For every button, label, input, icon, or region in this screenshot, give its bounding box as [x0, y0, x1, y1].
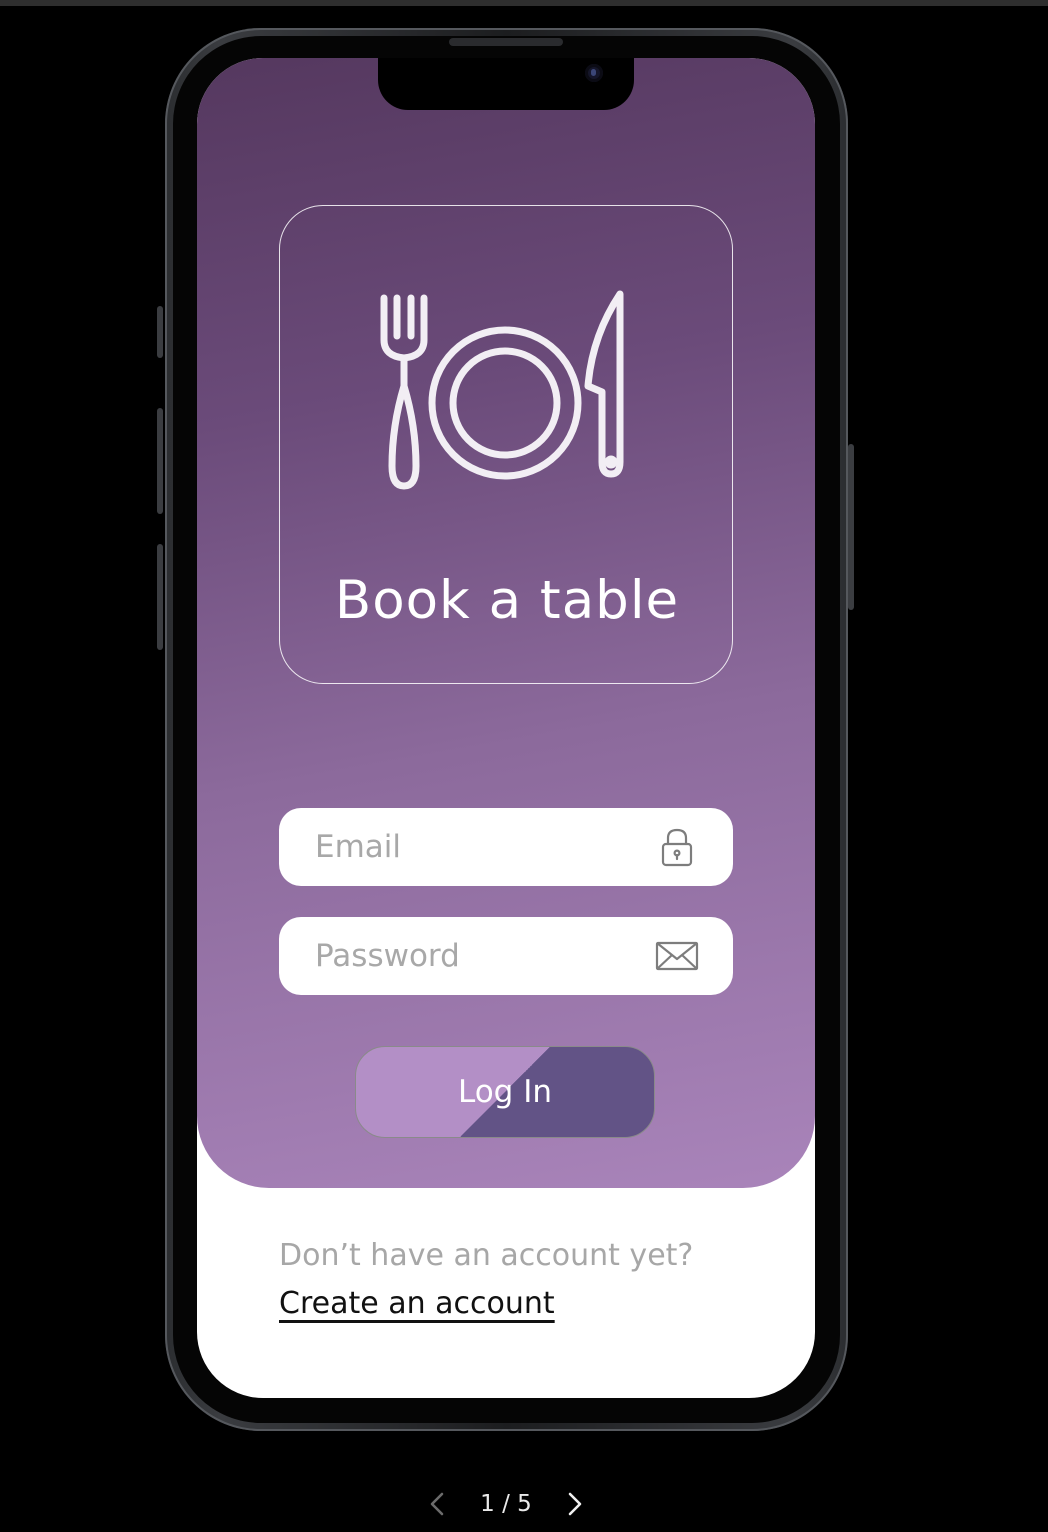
- volume-up-button: [157, 408, 163, 514]
- email-field[interactable]: Email: [279, 808, 733, 886]
- phone-notch: [378, 58, 634, 110]
- page-counter: 1 / 5: [480, 1491, 532, 1517]
- password-field[interactable]: Password: [279, 917, 733, 995]
- chevron-left-icon[interactable]: [424, 1490, 452, 1518]
- chevron-right-icon[interactable]: [560, 1490, 588, 1518]
- volume-down-button: [157, 544, 163, 650]
- login-hero-panel: Book a table Email Password Log In: [197, 58, 815, 1188]
- slide-pager: 1 / 5: [420, 1484, 590, 1524]
- password-placeholder: Password: [315, 938, 460, 974]
- create-account-link[interactable]: Create an account: [279, 1286, 555, 1321]
- viewer-top-bar: [0, 0, 1048, 6]
- plate-fork-knife-icon: [380, 290, 624, 490]
- brand-title: Book a table: [334, 570, 680, 631]
- power-button: [848, 444, 854, 610]
- envelope-icon: [655, 941, 699, 971]
- login-button-label: Log In: [457, 1074, 552, 1110]
- lock-icon: [661, 828, 693, 867]
- login-button[interactable]: Log In: [355, 1046, 655, 1138]
- brand-card: Book a table: [279, 205, 733, 684]
- phone-screen: Book a table Email Password Log In Don’t…: [197, 58, 815, 1398]
- phone-speaker: [449, 38, 563, 46]
- front-camera: [585, 64, 603, 82]
- silent-switch: [157, 306, 163, 358]
- signup-prompt: Don’t have an account yet?: [279, 1238, 694, 1273]
- email-placeholder: Email: [315, 829, 402, 865]
